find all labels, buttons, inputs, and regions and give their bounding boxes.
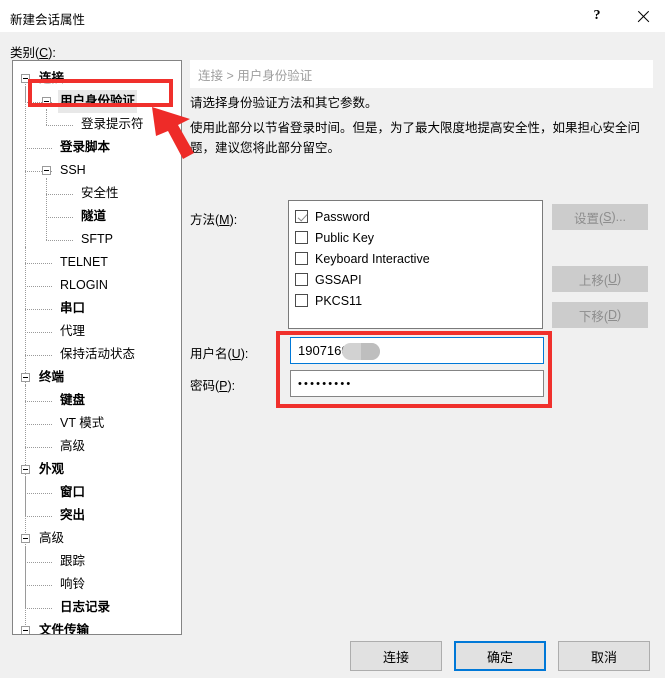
move-up-button[interactable]: 上移(U) — [552, 266, 648, 292]
username-label: 用户名(U): — [190, 347, 249, 361]
method-item-3[interactable]: GSSAPI — [295, 269, 542, 290]
tree-item-label: 日志记录 — [60, 600, 111, 614]
tree-item-label: SSH — [60, 163, 86, 177]
password-value: ••••••••• — [298, 377, 353, 390]
tree-item-label: 响铃 — [60, 577, 86, 591]
tree-item-label: 隧道 — [81, 209, 107, 223]
method-label: PKCS11 — [315, 293, 363, 308]
description-line-2: 使用此部分以节省登录时间。但是，为了最大限度地提高安全性，如果担心安全问题，建议… — [190, 121, 641, 155]
tree-expander-collapse-icon[interactable] — [21, 534, 30, 543]
method-item-2[interactable]: Keyboard Interactive — [295, 248, 542, 269]
tree-expander-collapse-icon[interactable] — [42, 97, 51, 106]
methods-label: 方法(M): — [190, 213, 238, 227]
tree-expander-collapse-icon[interactable] — [21, 626, 30, 634]
move-down-button[interactable]: 下移(D) — [552, 302, 648, 328]
settings-button[interactable]: 设置(S)... — [552, 204, 648, 230]
tree-item-label: 窗口 — [60, 485, 86, 499]
method-item-4[interactable]: PKCS11 — [295, 290, 542, 311]
tree-item-label: 登录脚本 — [60, 140, 111, 154]
tree-item-label: 代理 — [60, 324, 86, 338]
tree-item-5[interactable]: 安全性 — [13, 182, 181, 205]
tree-item-label: SFTP — [81, 232, 113, 246]
tree-item-0[interactable]: 连接 — [13, 67, 181, 90]
description-line-1: 请选择身份验证方法和其它参数。 — [190, 96, 378, 110]
method-item-0[interactable]: Password — [295, 206, 542, 227]
ok-button[interactable]: 确定 — [454, 641, 546, 671]
tree-expander-collapse-icon[interactable] — [21, 74, 30, 83]
help-button[interactable]: ? — [575, 0, 619, 32]
password-input[interactable]: ••••••••• — [290, 370, 544, 397]
tree-item-label: VT 模式 — [60, 416, 105, 430]
window-title: 新建会话属性 — [10, 13, 86, 27]
tree-item-label: RLOGIN — [60, 278, 108, 292]
username-input[interactable]: 1907160 — [290, 337, 544, 364]
method-label: Keyboard Interactive — [315, 251, 430, 266]
tree-expander-collapse-icon[interactable] — [42, 166, 51, 175]
tree-item-17[interactable]: 外观 — [13, 458, 181, 481]
close-button[interactable] — [621, 0, 665, 32]
method-label: GSSAPI — [315, 272, 362, 287]
breadcrumb-text: 连接 > 用户身份验证 — [198, 68, 313, 83]
method-label: Public Key — [315, 230, 375, 245]
checkbox-unchecked-icon[interactable] — [295, 273, 308, 286]
checkbox-unchecked-icon[interactable] — [295, 294, 308, 307]
tree-item-label: 文件传输 — [39, 623, 90, 635]
tree-item-label: 串口 — [60, 301, 86, 315]
question-mark-icon: ? — [593, 8, 601, 23]
tree-item-label: 外观 — [39, 462, 65, 476]
title-bar: 新建会话属性 ? — [0, 0, 665, 32]
checkbox-unchecked-icon[interactable] — [295, 252, 308, 265]
checkbox-unchecked-icon[interactable] — [295, 231, 308, 244]
tree-item-24[interactable]: 文件传输 — [13, 619, 181, 635]
checkbox-checked-icon[interactable] — [295, 210, 308, 223]
tree-item-label: 终端 — [39, 370, 65, 384]
tree-item-2[interactable]: 登录提示符 — [13, 113, 181, 136]
tree-item-label: 跟踪 — [60, 554, 86, 568]
cancel-button[interactable]: 取消 — [558, 641, 650, 671]
tree-item-6[interactable]: 隧道 — [13, 205, 181, 228]
methods-listbox[interactable]: Password Public Key Keyboard Interactive GS… — [288, 200, 543, 329]
category-tree-inner: 连接用户身份验证登录提示符登录脚本 SSH 安全性隧道 SFTP TELNET RLOGI… — [13, 61, 181, 635]
tree-item-label: 高级 — [60, 439, 86, 453]
password-label: 密码(P): — [190, 379, 236, 393]
tree-item-label: 登录提示符 — [81, 117, 144, 131]
connect-button[interactable]: 连接 — [350, 641, 442, 671]
tree-item-label: TELNET — [60, 255, 108, 269]
tree-expander-collapse-icon[interactable] — [21, 373, 30, 382]
tree-item-20[interactable]: 高级 — [13, 527, 181, 550]
category-label: 类别(C): — [10, 46, 56, 60]
tree-item-label: 键盘 — [60, 393, 86, 407]
redaction-blob — [342, 343, 380, 360]
method-label: Password — [315, 209, 370, 224]
tree-item-label: 安全性 — [81, 186, 119, 200]
breadcrumb: 连接 > 用户身份验证 — [190, 60, 653, 88]
tree-item-label: 突出 — [60, 508, 86, 522]
tree-item-13[interactable]: 终端 — [13, 366, 181, 389]
tree-item-label: 高级 — [39, 531, 65, 545]
method-item-1[interactable]: Public Key — [295, 227, 542, 248]
tree-item-label: 保持活动状态 — [60, 347, 136, 361]
tree-expander-collapse-icon[interactable] — [21, 465, 30, 474]
category-tree[interactable]: 连接用户身份验证登录提示符登录脚本 SSH 安全性隧道 SFTP TELNET RLOGI… — [12, 60, 182, 635]
tree-item-label: 用户身份验证 — [58, 90, 138, 113]
close-icon — [636, 9, 651, 24]
tree-item-label: 连接 — [39, 71, 65, 85]
tree-item-7[interactable]: SFTP — [13, 228, 181, 251]
